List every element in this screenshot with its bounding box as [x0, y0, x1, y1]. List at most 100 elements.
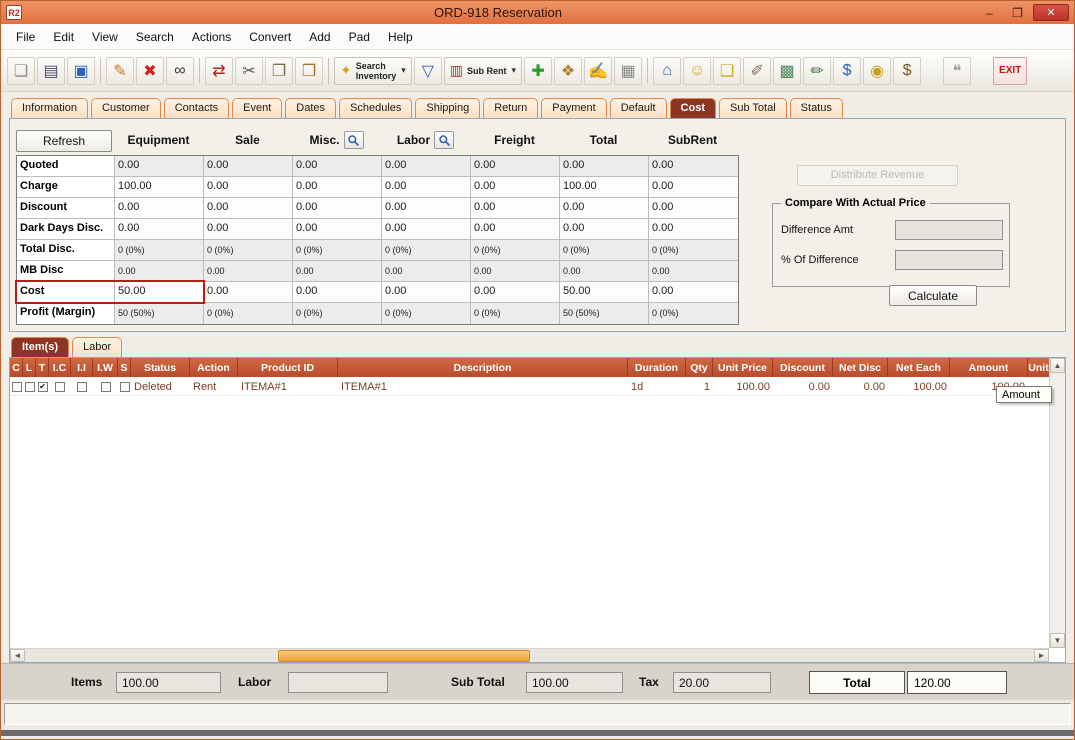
paste-icon[interactable]: ❒	[295, 57, 323, 85]
new-document-icon[interactable]: ❏	[7, 57, 35, 85]
items-column-header-status[interactable]: Status	[131, 358, 190, 377]
tab-dates[interactable]: Dates	[285, 98, 336, 118]
cost-value-cell[interactable]: 50 (50%)	[115, 303, 204, 324]
calculate-button[interactable]: Calculate	[889, 285, 977, 306]
cost-value-cell[interactable]: 50.00	[115, 282, 204, 303]
cost-value-cell[interactable]: 0.00	[115, 198, 204, 219]
maximize-button[interactable]: ❐	[1005, 4, 1030, 21]
minimize-button[interactable]: –	[977, 4, 1002, 21]
cubes-icon[interactable]: ▩	[773, 57, 801, 85]
cost-value-cell[interactable]: 0.00	[649, 261, 738, 282]
items-total-field[interactable]: 100.00	[116, 672, 221, 693]
cost-value-cell[interactable]: 0.00	[560, 156, 649, 177]
cost-value-cell[interactable]: 0.00	[293, 282, 382, 303]
tab-customer[interactable]: Customer	[91, 98, 161, 118]
pad-icon[interactable]: ▦	[614, 57, 642, 85]
scroll-up-icon[interactable]: ▲	[1050, 358, 1065, 373]
menu-edit[interactable]: Edit	[44, 26, 83, 48]
organization-icon[interactable]: ⌂	[653, 57, 681, 85]
cost-value-cell[interactable]: 0 (0%)	[382, 240, 471, 261]
cost-value-cell[interactable]: 0.00	[560, 261, 649, 282]
cost-value-cell[interactable]: 0.00	[649, 177, 738, 198]
cost-value-cell[interactable]: 100.00	[115, 177, 204, 198]
cost-value-cell[interactable]: 0.00	[649, 282, 738, 303]
cost-value-cell[interactable]: 0 (0%)	[471, 303, 560, 324]
tab-item-s[interactable]: Item(s)	[11, 337, 69, 357]
stamp-icon[interactable]: ✐	[743, 57, 771, 85]
items-column-header-discount[interactable]: Discount	[773, 358, 833, 377]
search-lookup-button[interactable]	[434, 131, 454, 149]
items-column-header-c[interactable]: C	[10, 358, 23, 377]
edit-notes-icon[interactable]: ✍	[584, 57, 612, 85]
cost-value-cell[interactable]: 0.00	[115, 261, 204, 282]
items-column-header-l[interactable]: L	[23, 358, 36, 377]
money-stack-icon[interactable]: ◉	[863, 57, 891, 85]
scroll-left-icon[interactable]: ◄	[10, 649, 25, 662]
cost-value-cell[interactable]: 0 (0%)	[560, 240, 649, 261]
tax-field[interactable]: 20.00	[673, 672, 771, 693]
difference-amt-field[interactable]	[895, 220, 1003, 240]
pct-difference-field[interactable]	[895, 250, 1003, 270]
cost-value-cell[interactable]: 50 (50%)	[560, 303, 649, 324]
cost-value-cell[interactable]: 0.00	[293, 219, 382, 240]
cost-value-cell[interactable]: 0.00	[649, 156, 738, 177]
row-cell[interactable]: ITEMA#1	[338, 377, 628, 396]
dropdown-arrow-icon[interactable]: ▾	[512, 65, 517, 76]
items-column-header-i-c[interactable]: I.C	[49, 358, 71, 377]
cost-value-cell[interactable]: 0 (0%)	[293, 303, 382, 324]
row-cell[interactable]: 1	[686, 377, 713, 396]
row-cell[interactable]: 100.00	[888, 377, 950, 396]
cost-value-cell[interactable]: 0.00	[649, 198, 738, 219]
row-cell[interactable]: ITEMA#1	[238, 377, 338, 396]
tab-contacts[interactable]: Contacts	[164, 98, 229, 118]
cost-value-cell[interactable]: 0 (0%)	[649, 303, 738, 324]
menu-actions[interactable]: Actions	[183, 26, 240, 48]
cost-value-cell[interactable]: 0.00	[471, 261, 560, 282]
row-checkbox[interactable]	[12, 382, 22, 392]
money-bag-icon[interactable]: $	[893, 57, 921, 85]
cost-value-cell[interactable]: 0.00	[560, 198, 649, 219]
cost-value-cell[interactable]: 0.00	[204, 261, 293, 282]
items-column-header-duration[interactable]: Duration	[628, 358, 686, 377]
cost-value-cell[interactable]: 50.00	[560, 282, 649, 303]
items-column-header-net-disc[interactable]: Net Disc	[833, 358, 888, 377]
print-icon[interactable]: ▤	[37, 57, 65, 85]
add-item-icon[interactable]: ✚	[524, 57, 552, 85]
cost-value-cell[interactable]: 0.00	[382, 282, 471, 303]
cost-value-cell[interactable]: 0.00	[382, 261, 471, 282]
filter-funnel-icon[interactable]: ▽	[414, 57, 442, 85]
sticky-note-icon[interactable]: ❑	[713, 57, 741, 85]
availability-icon[interactable]: ❖	[554, 57, 582, 85]
cost-value-cell[interactable]: 0.00	[382, 156, 471, 177]
cost-value-cell[interactable]: 0.00	[471, 198, 560, 219]
items-column-header-i-i[interactable]: I.I	[71, 358, 93, 377]
cost-value-cell[interactable]: 0.00	[382, 219, 471, 240]
menu-convert[interactable]: Convert	[240, 26, 300, 48]
items-column-header-amount[interactable]: Amount	[950, 358, 1028, 377]
row-checkbox[interactable]	[120, 382, 130, 392]
comment-icon[interactable]: ❝	[943, 57, 971, 85]
items-column-header-action[interactable]: Action	[190, 358, 238, 377]
cost-value-cell[interactable]: 0 (0%)	[649, 240, 738, 261]
cost-value-cell[interactable]: 0 (0%)	[293, 240, 382, 261]
cost-value-cell[interactable]: 0.00	[115, 219, 204, 240]
distribute-revenue-button[interactable]: Distribute Revenue	[797, 165, 958, 186]
items-column-header-i-w[interactable]: I.W	[93, 358, 118, 377]
tab-information[interactable]: Information	[11, 98, 88, 118]
cost-value-cell[interactable]: 0 (0%)	[115, 240, 204, 261]
tab-default[interactable]: Default	[610, 98, 667, 118]
cost-value-cell[interactable]: 0.00	[293, 177, 382, 198]
horizontal-scrollbar[interactable]: ◄ ►	[10, 648, 1049, 662]
tab-sub-total[interactable]: Sub Total	[719, 98, 787, 118]
cost-value-cell[interactable]: 0.00	[204, 198, 293, 219]
find-binoculars-icon[interactable]: ∞	[166, 57, 194, 85]
cost-value-cell[interactable]: 0.00	[471, 282, 560, 303]
cost-value-cell[interactable]: 0.00	[204, 282, 293, 303]
labor-total-field[interactable]	[288, 672, 388, 693]
items-column-header-unit[interactable]: Unit	[1028, 358, 1049, 377]
cost-value-cell[interactable]: 0.00	[471, 156, 560, 177]
table-row[interactable]: ✔DeletedRentITEMA#1ITEMA#11d1100.000.000…	[10, 377, 1049, 396]
menu-file[interactable]: File	[7, 26, 44, 48]
tab-schedules[interactable]: Schedules	[339, 98, 412, 118]
cost-value-cell[interactable]: 0.00	[471, 177, 560, 198]
